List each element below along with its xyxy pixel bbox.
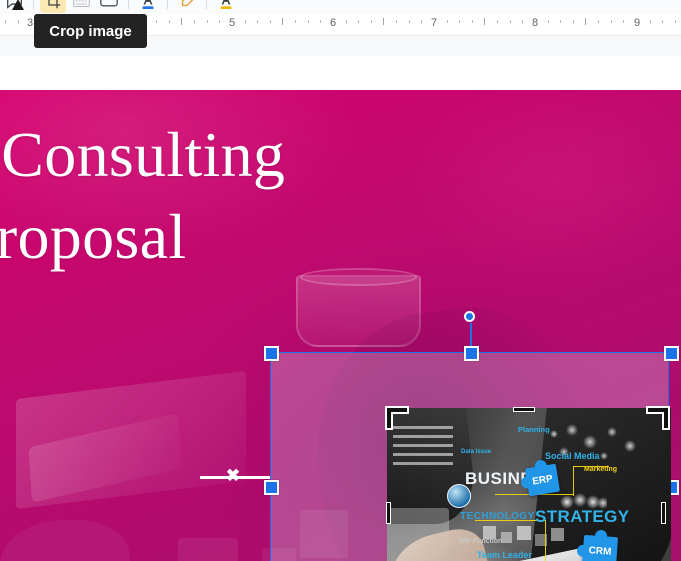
toolbar-divider (206, 0, 207, 9)
crop-image-icon[interactable] (39, 0, 67, 14)
background-photo-shape (28, 413, 182, 503)
image-label-technology: TECHNOLOGY (460, 511, 535, 522)
image-label-strategy: STRATEGY (535, 507, 630, 526)
image-label-crm: CRM (581, 534, 619, 561)
move-cursor-icon: ✖ (225, 466, 241, 485)
resize-handle-top-right[interactable] (664, 346, 679, 361)
crop-handle-top-left[interactable] (385, 406, 409, 430)
tooltip-label: Crop image (49, 22, 132, 40)
toolbar-divider (167, 0, 168, 9)
image-label-marketing: Marketing (584, 466, 618, 473)
ruler-number: 6 (329, 17, 337, 29)
crop-handle-top-center[interactable] (513, 407, 535, 412)
border-color-icon[interactable] (173, 0, 201, 14)
cropped-image[interactable]: BUSINESS STRATEGY TECHNOLOGY Social Medi… (387, 408, 671, 561)
erp-text: ERP (531, 472, 554, 488)
resize-handle-middle-left[interactable] (264, 480, 279, 495)
ruler-number: 7 (430, 17, 438, 29)
background-photo-shape (16, 370, 246, 510)
resize-handle-top-left[interactable] (264, 346, 279, 361)
toolbar (0, 0, 681, 14)
document-canvas[interactable]: C Consulting Proposal (0, 36, 681, 561)
image-label-team-leader: Team Leader (477, 550, 532, 560)
image-options-icon[interactable] (95, 0, 123, 14)
slide-title[interactable]: C Consulting Proposal (0, 114, 462, 278)
crm-text: CRM (588, 545, 612, 558)
image-content: BUSINESS STRATEGY TECHNOLOGY Social Medi… (387, 408, 671, 561)
background-photo-shape (296, 275, 421, 347)
rotate-handle[interactable] (464, 311, 475, 322)
editor-window: 3 4 5 6 7 8 9 Crop image (0, 0, 681, 561)
background-photo-shape (178, 538, 238, 561)
image-label-planning: Planning (518, 425, 550, 434)
crop-handle-middle-left[interactable] (386, 502, 391, 524)
crop-handle-middle-right[interactable] (661, 502, 666, 524)
slide-title-line2: Proposal (0, 200, 187, 272)
document-page[interactable]: C Consulting Proposal (0, 56, 681, 561)
image-label-erp: ERP (525, 463, 560, 497)
crop-handle-top-right[interactable] (646, 406, 670, 430)
toolbar-icon-group (0, 0, 240, 14)
toolbar-divider (33, 0, 34, 9)
ruler-number: 9 (633, 17, 641, 29)
text-color-icon[interactable] (134, 0, 162, 14)
slide-title-line1: C Consulting (0, 119, 286, 190)
ruler-number: 8 (531, 17, 539, 29)
image-label-data-issue: Data Issue (461, 449, 492, 455)
resize-handle-top-center[interactable] (464, 346, 479, 361)
image-label-info-function: Info Function (458, 538, 503, 545)
ruler-number: 5 (228, 17, 236, 29)
image-mask-icon[interactable] (67, 0, 95, 14)
toolbar-divider (128, 0, 129, 9)
highlight-color-icon[interactable] (212, 0, 240, 14)
crop-image-tooltip: Crop image (34, 14, 147, 48)
mouse-cursor-icon (12, 0, 24, 10)
background-photo-shape (0, 520, 130, 561)
image-label-social-media: Social Media (545, 451, 600, 461)
ruler-number: 3 (26, 17, 34, 29)
